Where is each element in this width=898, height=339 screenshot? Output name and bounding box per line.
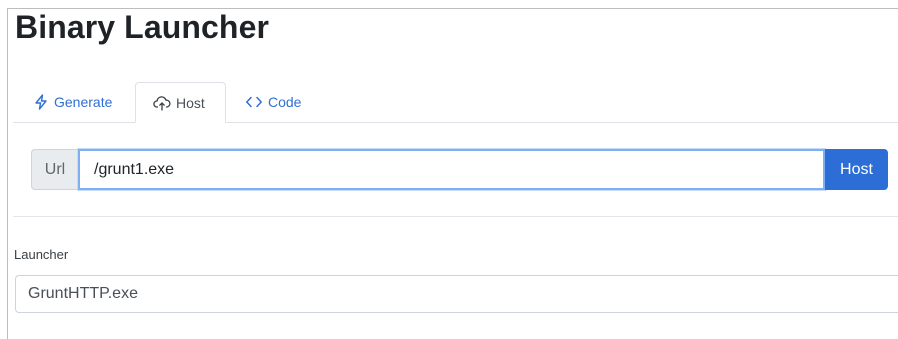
tab-code[interactable]: Code bbox=[245, 82, 301, 122]
launcher-input[interactable] bbox=[15, 275, 898, 313]
tab-code-label: Code bbox=[268, 94, 302, 110]
host-button[interactable]: Host bbox=[825, 149, 888, 190]
tab-host[interactable]: Host bbox=[135, 82, 226, 123]
code-brackets-icon bbox=[245, 94, 263, 110]
tab-bar: Generate Host Code bbox=[13, 82, 898, 123]
section-divider bbox=[13, 216, 898, 217]
url-input[interactable] bbox=[78, 149, 825, 190]
cloud-upload-icon bbox=[153, 95, 171, 111]
url-addon-label: Url bbox=[31, 149, 78, 190]
tab-host-label: Host bbox=[176, 94, 205, 111]
page-title: Binary Launcher bbox=[15, 9, 270, 45]
tab-generate-label: Generate bbox=[54, 94, 113, 110]
launcher-label: Launcher bbox=[14, 247, 69, 262]
lightning-icon bbox=[33, 94, 49, 110]
url-input-group: Url Host bbox=[31, 149, 888, 190]
content-frame: Binary Launcher Generate Host Code Url /… bbox=[7, 8, 898, 339]
tab-generate[interactable]: Generate bbox=[33, 82, 112, 122]
